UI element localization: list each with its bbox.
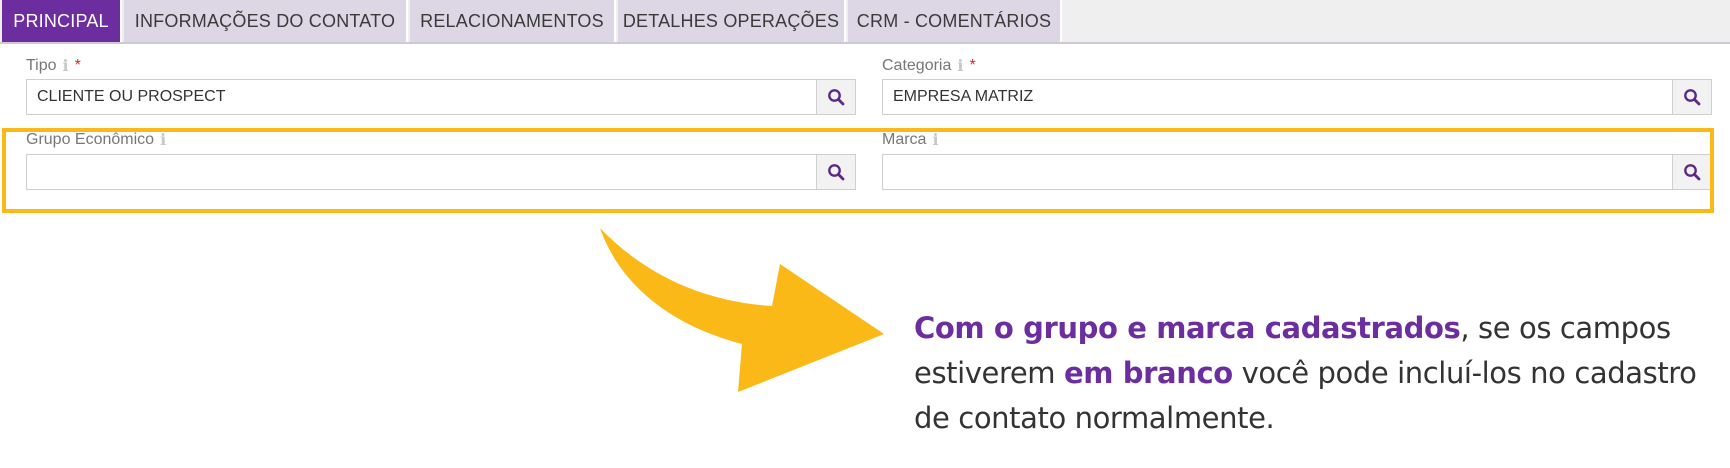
info-icon[interactable]: i <box>957 56 963 76</box>
callout-highlight-group-brand: Com o grupo e marca cadastrados <box>914 311 1461 345</box>
curved-arrow-icon <box>600 228 884 392</box>
tipo-label-text: Tipo <box>26 57 57 74</box>
tab-detalhes-operacoes[interactable]: DETALHES OPERAÇÕES <box>618 0 846 42</box>
required-marker: * <box>969 57 976 74</box>
tipo-label: Tipo i * <box>26 56 81 76</box>
categoria-field[interactable]: EMPRESA MATRIZ <box>882 79 1673 115</box>
categoria-lookup-button[interactable] <box>1672 79 1712 115</box>
tab-relacionamentos[interactable]: RELACIONAMENTOS <box>410 0 616 42</box>
highlight-frame <box>2 128 1714 213</box>
categoria-label: Categoria i * <box>882 56 976 76</box>
info-icon[interactable]: i <box>63 56 69 76</box>
tipo-field[interactable]: CLIENTE OU PROSPECT <box>26 79 817 115</box>
tab-informacoes-do-contato[interactable]: INFORMAÇÕES DO CONTATO <box>124 0 408 42</box>
callout-highlight-blank: em branco <box>1063 356 1233 390</box>
required-marker: * <box>74 57 81 74</box>
tab-bar: PRINCIPAL INFORMAÇÕES DO CONTATO RELACIO… <box>0 0 1730 44</box>
callout-text: Com o grupo e marca cadastrados, se os c… <box>914 306 1714 441</box>
search-icon <box>828 89 845 106</box>
categoria-label-text: Categoria <box>882 57 952 74</box>
tipo-lookup-button[interactable] <box>816 79 856 115</box>
search-icon <box>1684 89 1701 106</box>
tab-crm-comentarios[interactable]: CRM - COMENTÁRIOS <box>848 0 1062 42</box>
tab-principal[interactable]: PRINCIPAL <box>2 0 122 42</box>
